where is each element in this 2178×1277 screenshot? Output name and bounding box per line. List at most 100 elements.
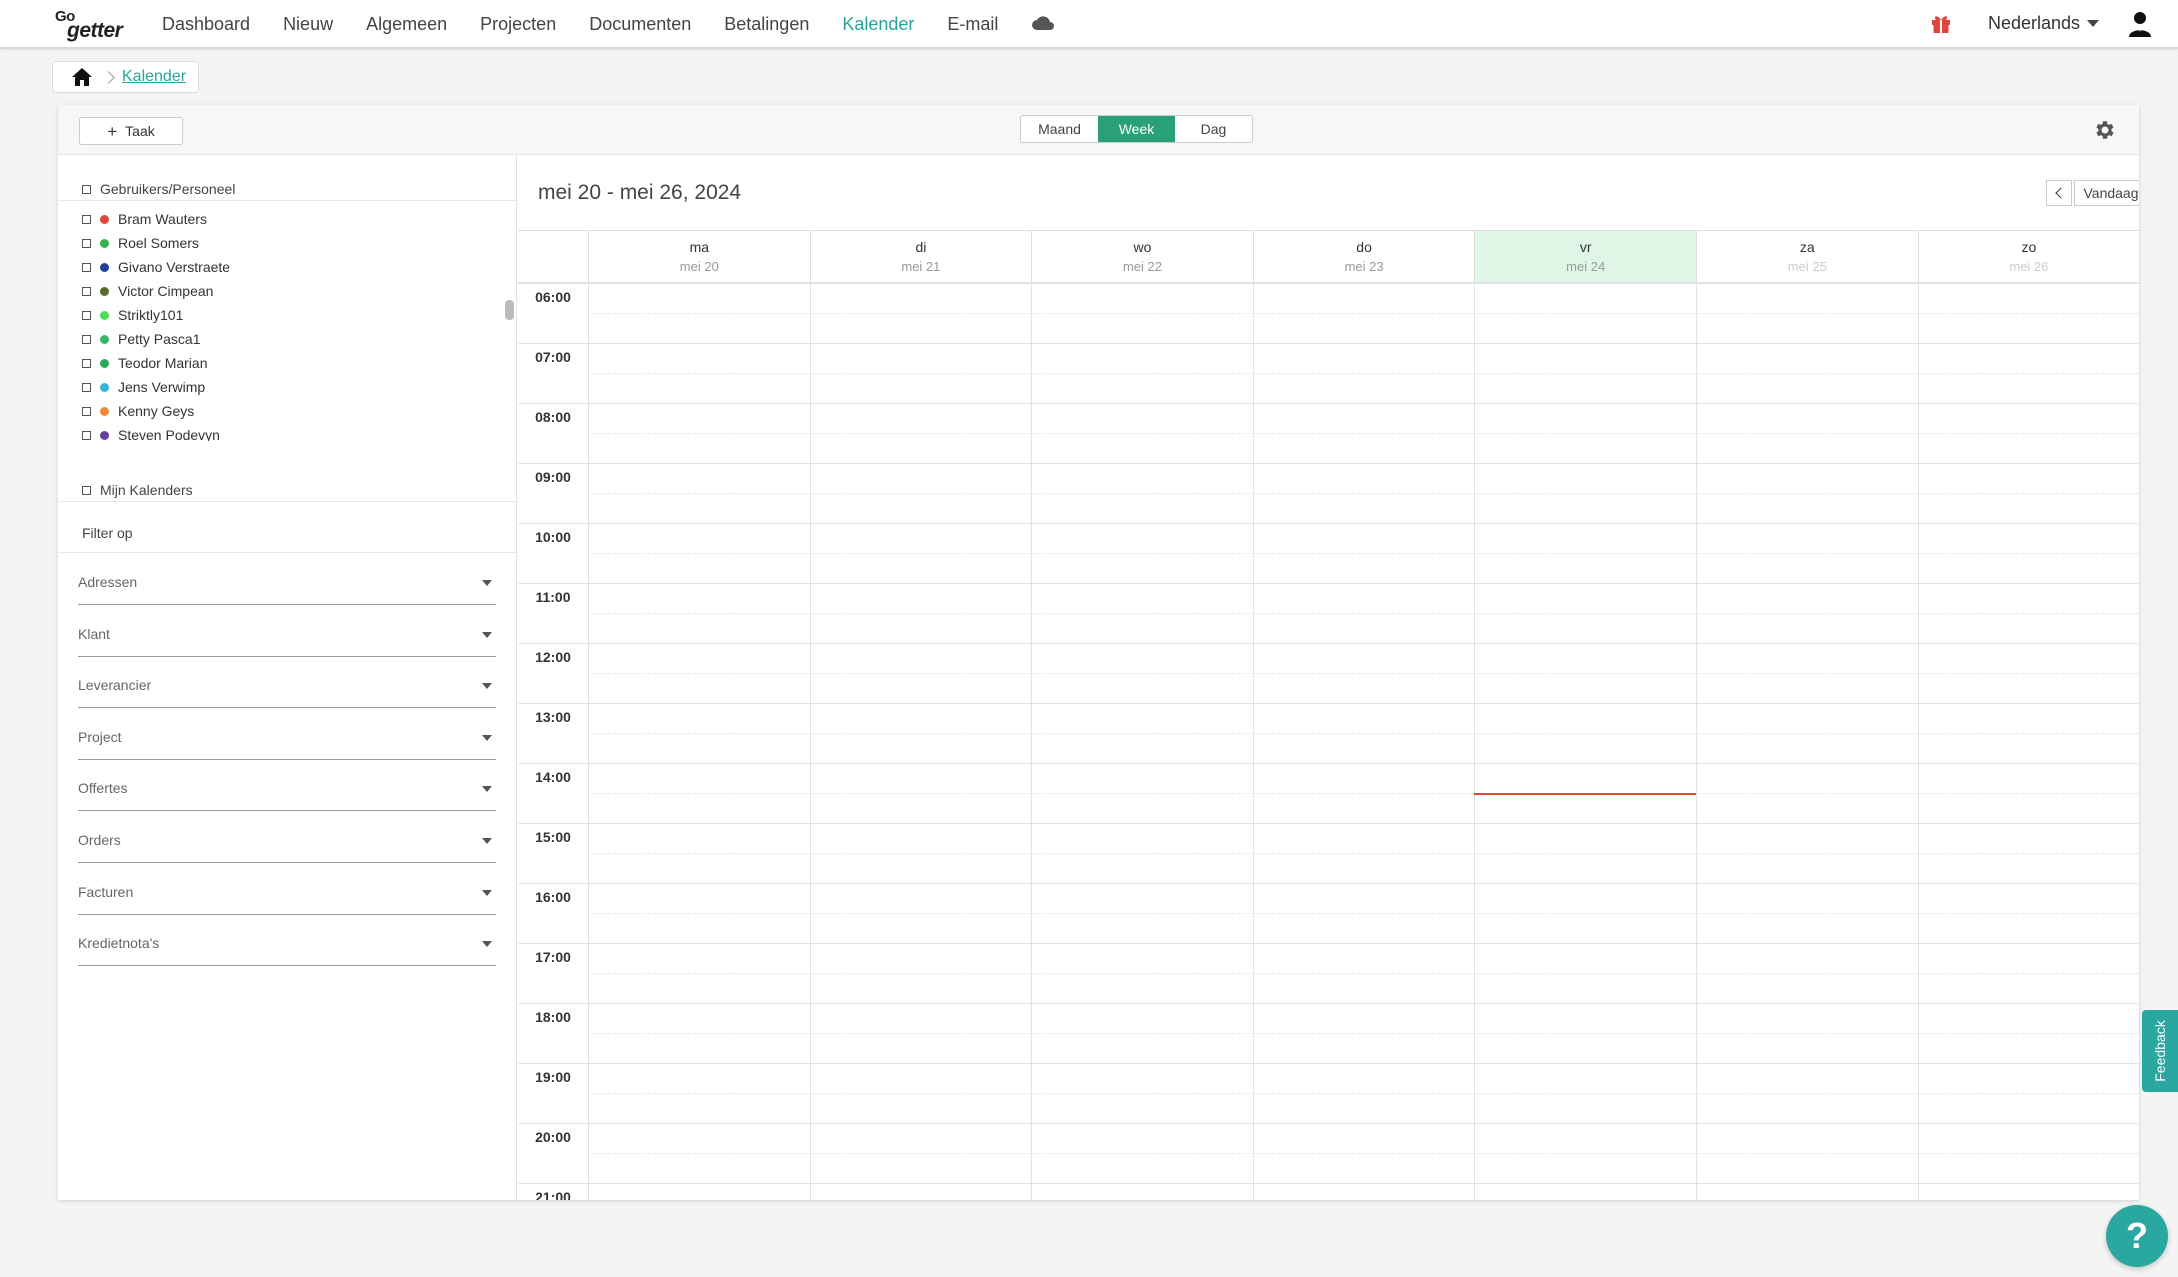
hour-line: [518, 343, 2139, 344]
time-label: 13:00: [535, 709, 571, 725]
filter-label: Orders: [78, 832, 121, 848]
filter-select-kredietnota-s[interactable]: Kredietnota's: [78, 914, 496, 967]
filter-label: Klant: [78, 625, 110, 642]
filter-select-orders[interactable]: Orders: [78, 811, 496, 863]
user-filter-item[interactable]: Petty Pasca1: [82, 329, 201, 349]
view-week-button[interactable]: Week: [1098, 116, 1175, 142]
user-name: Steven Podevyn: [118, 427, 220, 441]
filter-label: Adressen: [78, 574, 138, 590]
day-date: mei 23: [1344, 259, 1384, 274]
user-checkbox[interactable]: [82, 238, 91, 248]
user-checkbox[interactable]: [82, 310, 91, 320]
day-name: zo: [2021, 239, 2037, 255]
nav-nieuw[interactable]: Nieuw: [283, 14, 333, 35]
user-filter-item[interactable]: Teodor Marian: [82, 353, 208, 373]
nav-projecten[interactable]: Projecten: [480, 14, 556, 35]
user-color-dot: [100, 286, 109, 296]
language-select[interactable]: Nederlands: [1988, 13, 2100, 34]
help-button[interactable]: ?: [2106, 1205, 2168, 1267]
day-header-wo[interactable]: wo mei 22: [1031, 230, 1253, 283]
nav-betalingen[interactable]: Betalingen: [724, 14, 809, 35]
user-color-dot: [100, 310, 109, 320]
nav-e-mail[interactable]: E-mail: [947, 14, 998, 35]
filter-title: Filter op: [82, 525, 133, 541]
cloud-icon[interactable]: [1031, 15, 1055, 31]
gift-icon[interactable]: [1930, 12, 1952, 34]
user-icon[interactable]: [2128, 10, 2152, 38]
user-checkbox[interactable]: [82, 406, 91, 416]
nav-kalender[interactable]: Kalender: [842, 14, 914, 35]
time-label: 19:00: [535, 1069, 571, 1085]
view-maand-button[interactable]: Maand: [1021, 116, 1098, 142]
gogetter-logo[interactable]: Go getter: [55, 8, 135, 42]
user-checkbox[interactable]: [82, 334, 91, 344]
time-label: 14:00: [535, 769, 571, 785]
nav-documenten[interactable]: Documenten: [589, 14, 691, 35]
user-checkbox[interactable]: [82, 430, 91, 440]
user-checkbox[interactable]: [82, 214, 91, 224]
chevron-down-icon: [482, 838, 492, 844]
user-filter-item[interactable]: Givano Verstraete: [82, 257, 230, 277]
chevron-right-icon: [102, 70, 115, 84]
user-checkbox[interactable]: [82, 358, 91, 368]
time-label: 21:00: [535, 1189, 571, 1200]
filter-label: Kredietnota's: [78, 935, 160, 952]
half-hour-line: [588, 1093, 2139, 1094]
user-filter-item[interactable]: Kenny Geys: [82, 401, 194, 421]
filter-select-project[interactable]: Project: [78, 708, 496, 760]
user-filter-item[interactable]: Steven Podevyn: [82, 425, 220, 441]
filter-select-klant[interactable]: Klant: [78, 605, 496, 657]
user-color-dot: [100, 334, 109, 344]
user-checkbox[interactable]: [82, 382, 91, 392]
day-header-do[interactable]: do mei 23: [1252, 230, 1475, 283]
user-color-dot: [100, 430, 109, 440]
time-label: 10:00: [535, 529, 571, 545]
home-icon[interactable]: [71, 67, 93, 87]
view-dag-button[interactable]: Dag: [1175, 116, 1252, 142]
filter-label: Facturen: [78, 883, 134, 900]
prev-week-button[interactable]: [2046, 180, 2072, 206]
user-checkbox[interactable]: [82, 286, 91, 296]
users-group-label: Gebruikers/Personeel: [100, 181, 236, 197]
user-filter-item[interactable]: Roel Somers: [82, 233, 199, 253]
day-header-di[interactable]: di mei 21: [809, 230, 1032, 283]
today-button[interactable]: Vandaag: [2074, 180, 2139, 206]
chevron-down-icon: [482, 580, 492, 586]
user-filter-item[interactable]: Jens Verwimp: [82, 377, 205, 397]
users-group-toggle[interactable]: Gebruikers/Personeel: [82, 179, 235, 199]
day-header-zo[interactable]: zo mei 26: [1917, 230, 2139, 283]
calendars-group-label: Mijn Kalenders: [100, 482, 193, 498]
user-checkbox[interactable]: [82, 262, 91, 272]
feedback-tab[interactable]: Feedback: [2142, 1010, 2178, 1092]
half-hour-line: [588, 673, 2139, 674]
user-filter-item[interactable]: Bram Wauters: [82, 209, 207, 229]
nav-dashboard[interactable]: Dashboard: [162, 14, 250, 35]
calendar-card: + Taak Maand Week Dag Gebruikers/Personeel…: [58, 105, 2139, 1200]
hour-line: [518, 943, 2139, 944]
filter-select-offertes[interactable]: Offertes: [78, 759, 496, 812]
time-label: 20:00: [535, 1129, 571, 1145]
calendars-group-checkbox[interactable]: [82, 485, 91, 495]
breadcrumb-kalender-link[interactable]: Kalender: [122, 68, 186, 86]
time-label: 08:00: [535, 409, 571, 425]
day-header-ma[interactable]: ma mei 20: [588, 230, 810, 283]
add-task-button[interactable]: + Taak: [79, 117, 183, 145]
user-filter-item[interactable]: Striktly101: [82, 305, 183, 325]
half-hour-line: [588, 853, 2139, 854]
filter-label: Offertes: [78, 780, 128, 797]
day-header-vr[interactable]: vr mei 24: [1474, 230, 1696, 283]
filter-select-adressen[interactable]: Adressen: [78, 553, 496, 605]
filter-select-leverancier[interactable]: Leverancier: [78, 656, 496, 709]
hour-line: [518, 1123, 2139, 1124]
gear-icon[interactable]: [2093, 118, 2117, 142]
users-group-checkbox[interactable]: [82, 184, 91, 194]
day-date: mei 22: [1122, 259, 1162, 274]
user-name: Kenny Geys: [118, 403, 195, 419]
day-header-za[interactable]: za mei 25: [1696, 230, 1918, 283]
nav-algemeen[interactable]: Algemeen: [366, 14, 447, 35]
hour-line: [518, 1183, 2139, 1184]
user-filter-item[interactable]: Victor Cimpean: [82, 281, 213, 301]
users-scrollbar[interactable]: [505, 300, 514, 320]
filter-select-facturen[interactable]: Facturen: [78, 863, 496, 915]
calendars-group-toggle[interactable]: Mijn Kalenders: [82, 480, 193, 500]
